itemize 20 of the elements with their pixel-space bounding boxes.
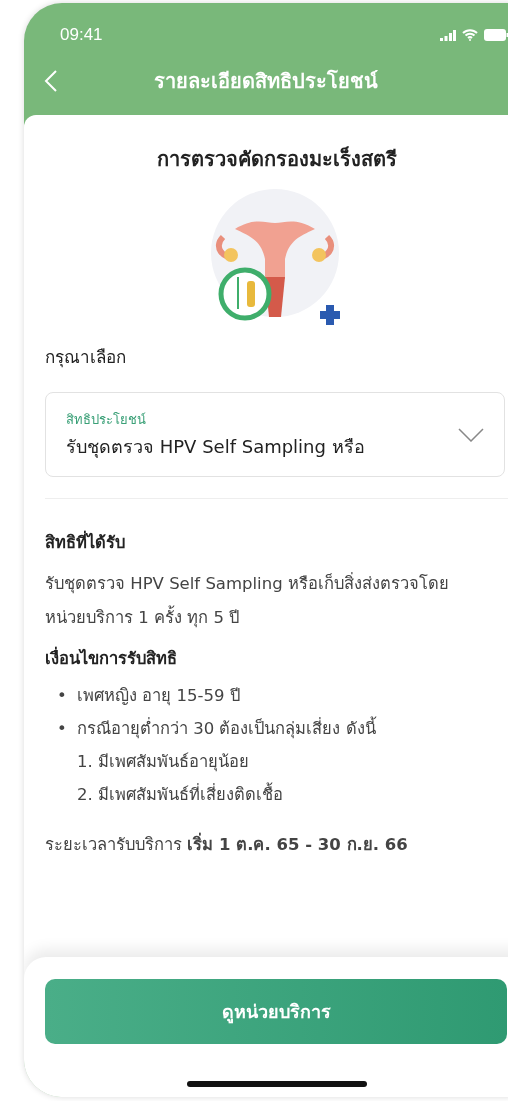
condition-text: เพศหญิง อายุ 15-59 ปี	[77, 685, 240, 708]
back-icon[interactable]	[44, 69, 58, 93]
wifi-icon	[462, 29, 478, 41]
entitlement-text: รับชุดตรวจ HPV Self Sampling หรือเก็บสิ่งส่งตรวจโดยหน่วยบริการ 1 ครั้ง ทุก 5 ปี	[45, 571, 450, 630]
bullet-marker: •	[57, 718, 68, 740]
battery-icon	[484, 29, 508, 41]
service-period-text: ระยะเวลารับบริการ เริ่ม 1 ต.ค. 65 - 30 ก.ย. 66	[45, 831, 508, 857]
benefit-title: การตรวจคัดกรองมะเร็งสตรี	[156, 145, 398, 173]
select-prompt: กรุณาเลือก	[45, 346, 127, 370]
condition-text: 2. มีเพศสัมพันธ์ที่เสี่ยงติดเชื้อ	[77, 778, 283, 811]
bullet-marker: •	[57, 685, 68, 707]
status-time: 09:41	[60, 25, 103, 45]
condition-text: 1. มีเพศสัมพันธ์อายุน้อย	[77, 751, 249, 774]
condition-text: กรณีอายุต่ำกว่า 30 ต้องเป็นกลุ่มเสี่ยง ดังนี้	[77, 712, 376, 745]
benefit-dropdown[interactable]: สิทธิประโยชน์ รับชุดตรวจ HPV Self Sampling หรือ	[45, 392, 505, 477]
section-heading: สิทธิที่ได้รับ	[45, 529, 508, 555]
screen-title: รายละเอียดสิทธิประโยชน์	[153, 68, 379, 95]
chevron-down-icon	[458, 427, 484, 442]
section-heading: เงื่อนไขการรับสิทธิ	[45, 645, 508, 671]
signal-icon	[440, 29, 456, 41]
